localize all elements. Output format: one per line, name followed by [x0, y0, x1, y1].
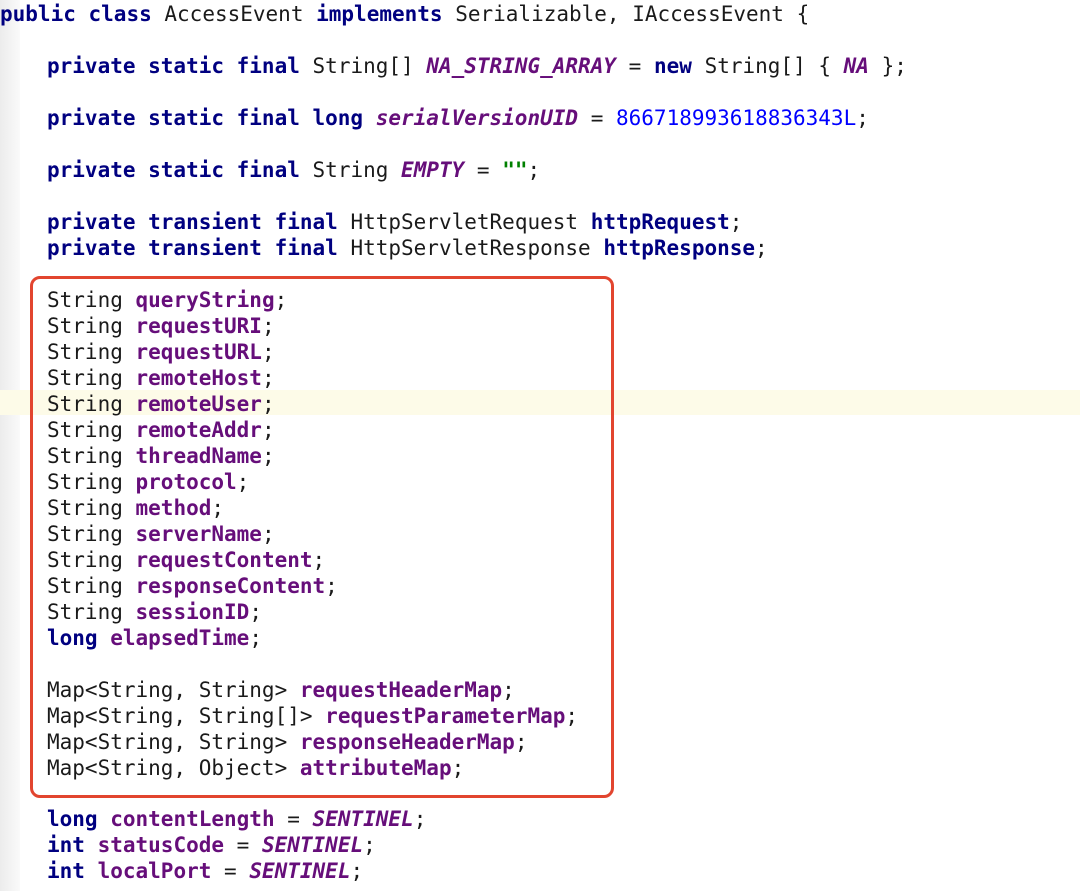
field-statusCode[interactable]: int statusCode = SENTINEL;	[47, 832, 376, 858]
field-requestURL[interactable]: String requestURL;	[47, 339, 275, 365]
field-elapsedTime[interactable]: long elapsedTime;	[47, 625, 262, 651]
field-sessionID[interactable]: String sessionID;	[47, 599, 262, 625]
field-localPort[interactable]: int localPort = SENTINEL;	[47, 858, 363, 884]
field-contentLength[interactable]: long contentLength = SENTINEL;	[47, 806, 426, 832]
field-requestURI[interactable]: String requestURI;	[47, 313, 275, 339]
field-requestHeaderMap[interactable]: Map<String, String> requestHeaderMap;	[47, 677, 515, 703]
field-protocol[interactable]: String protocol;	[47, 469, 249, 495]
field-queryString[interactable]: String queryString;	[47, 287, 287, 313]
field-serverName[interactable]: String serverName;	[47, 521, 275, 547]
field-remoteAddr[interactable]: String remoteAddr;	[47, 417, 275, 443]
field-requestContent[interactable]: String requestContent;	[47, 547, 325, 573]
code-line-na-string-array[interactable]: private static final String[] NA_STRING_…	[47, 53, 907, 79]
field-requestParameterMap[interactable]: Map<String, String[]> requestParameterMa…	[47, 703, 578, 729]
field-method[interactable]: String method;	[47, 495, 224, 521]
code-line-http-response[interactable]: private transient final HttpServletRespo…	[47, 235, 768, 261]
field-responseHeaderMap[interactable]: Map<String, String> responseHeaderMap;	[47, 729, 527, 755]
field-responseContent[interactable]: String responseContent;	[47, 573, 338, 599]
code-line-serial-version-uid[interactable]: private static final long serialVersionU…	[47, 105, 869, 131]
code-line-class-declaration[interactable]: public class AccessEvent implements Seri…	[0, 1, 809, 27]
editor-gutter	[0, 0, 20, 891]
field-remoteHost[interactable]: String remoteHost;	[47, 365, 275, 391]
field-remoteUser[interactable]: String remoteUser;	[47, 391, 275, 417]
code-line-http-request[interactable]: private transient final HttpServletReque…	[47, 209, 742, 235]
code-line-empty[interactable]: private static final String EMPTY = "";	[47, 157, 540, 183]
field-attributeMap[interactable]: Map<String, Object> attributeMap;	[47, 755, 464, 781]
field-threadName[interactable]: String threadName;	[47, 443, 275, 469]
